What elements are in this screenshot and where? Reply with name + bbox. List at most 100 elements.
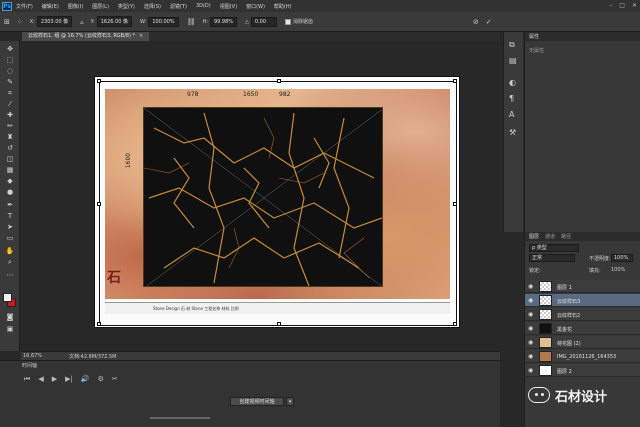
opacity-input[interactable]: 100%: [611, 254, 633, 262]
menu-filter[interactable]: 滤镜(T): [170, 3, 187, 10]
eyedropper-tool-icon[interactable]: ⁄: [4, 100, 16, 109]
transform-handle-r[interactable]: [453, 202, 457, 206]
layer-row[interactable]: ◉ 云纹样石2: [525, 308, 640, 321]
angle-input[interactable]: 0.00: [250, 16, 277, 27]
w-input[interactable]: 100.00%: [148, 16, 179, 27]
cancel-transform-icon[interactable]: ⊘: [473, 18, 479, 26]
minimize-button[interactable]: –: [609, 2, 612, 9]
transform-bounding-box[interactable]: [97, 79, 457, 326]
visibility-eye-icon[interactable]: ◉: [528, 311, 533, 318]
close-tab-icon[interactable]: ×: [139, 33, 143, 39]
blend-mode-select[interactable]: 正常: [529, 254, 575, 262]
transform-handle-l[interactable]: [97, 202, 101, 206]
dodge-tool-icon[interactable]: ●: [4, 188, 16, 197]
document-canvas[interactable]: 978 1650 982 1600 石 Stone Design 石 材 Sto…: [94, 76, 460, 328]
layer-filter-select[interactable]: ρ 类型: [529, 244, 579, 252]
zoom-level[interactable]: 16.67%: [23, 353, 42, 359]
paragraph-panel-icon[interactable]: ¶: [509, 94, 514, 103]
menu-type[interactable]: 类型(Y): [118, 3, 135, 10]
tool-presets-icon[interactable]: ⚒: [509, 128, 516, 137]
properties-panel-icon[interactable]: ▤: [509, 56, 517, 65]
lasso-tool-icon[interactable]: ◌: [4, 67, 16, 76]
path-select-tool-icon[interactable]: ➤: [4, 223, 16, 232]
timeline-dropdown-button[interactable]: ▾: [286, 397, 294, 406]
character-panel-icon[interactable]: A: [509, 110, 514, 119]
history-brush-icon[interactable]: ↺: [4, 144, 16, 153]
menu-layer[interactable]: 图层(L): [92, 3, 109, 10]
tab-layers[interactable]: 图层: [529, 233, 539, 240]
blur-tool-icon[interactable]: ◆: [4, 177, 16, 186]
marquee-tool-icon[interactable]: ⬚: [4, 56, 16, 65]
transform-tool-icon[interactable]: ⊞: [4, 18, 10, 26]
menu-view[interactable]: 视图(V): [220, 3, 237, 10]
reference-point-icon[interactable]: ⁘: [17, 18, 23, 26]
healing-tool-icon[interactable]: ✚: [4, 111, 16, 120]
tab-paths[interactable]: 路径: [561, 233, 571, 240]
layer-row[interactable]: ◉ 荷花图 (2): [525, 336, 640, 349]
transform-handle-br[interactable]: [453, 322, 457, 326]
document-tab[interactable]: 云纹样石1, 组 @ 16.7% (云纹样石3, RGB/8) * ×: [22, 32, 150, 41]
fill-input[interactable]: 100%: [611, 267, 625, 273]
layer-row[interactable]: ◉ IMG_20161126_164353: [525, 350, 640, 363]
zoom-tool-icon[interactable]: ⌕: [4, 258, 16, 267]
move-tool-icon[interactable]: ✥: [4, 45, 16, 54]
link-icon[interactable]: ⛓: [187, 18, 196, 26]
history-panel-icon[interactable]: ⧉: [509, 40, 515, 50]
type-tool-icon[interactable]: T: [4, 212, 16, 221]
visibility-eye-icon[interactable]: ◉: [528, 353, 533, 360]
menu-help[interactable]: 帮助(H): [274, 3, 292, 10]
x-input[interactable]: 2303.00 像: [36, 16, 73, 27]
play-icon[interactable]: ▶: [52, 375, 57, 384]
hand-tool-icon[interactable]: ✋: [4, 247, 16, 256]
transform-handle-tl[interactable]: [97, 79, 101, 83]
gradient-tool-icon[interactable]: ▦: [4, 166, 16, 175]
visibility-eye-icon[interactable]: ◉: [528, 283, 533, 290]
eraser-tool-icon[interactable]: ◫: [4, 155, 16, 164]
properties-tab[interactable]: 属性: [529, 33, 539, 40]
antialias-checkbox[interactable]: [284, 18, 291, 25]
canvas-area[interactable]: 978 1650 982 1600 石 Stone Design 石 材 Sto…: [21, 41, 500, 351]
close-window-button[interactable]: ✕: [632, 2, 637, 9]
transform-handle-bl[interactable]: [97, 322, 101, 326]
visibility-eye-icon[interactable]: ◉: [528, 297, 533, 304]
foreground-color-swatch[interactable]: [3, 293, 12, 302]
previous-frame-icon[interactable]: ◀: [38, 375, 43, 384]
quick-select-tool-icon[interactable]: ✎: [4, 78, 16, 87]
audio-icon[interactable]: 🔊: [81, 375, 90, 384]
layer-row[interactable]: ◉ 图层 1: [525, 280, 640, 293]
menu-image[interactable]: 图像(I): [68, 3, 83, 10]
stamp-tool-icon[interactable]: ♜: [4, 133, 16, 142]
go-to-first-frame-icon[interactable]: ⏮: [24, 375, 30, 384]
adjustments-panel-icon[interactable]: ◐: [509, 78, 516, 87]
visibility-eye-icon[interactable]: ◉: [528, 367, 533, 374]
menu-3d[interactable]: 3D(D): [196, 3, 211, 9]
more-tools-icon[interactable]: ⋯: [4, 271, 16, 280]
settings-gear-icon[interactable]: ⚙: [98, 375, 104, 384]
brush-tool-icon[interactable]: ✏: [4, 122, 16, 131]
pen-tool-icon[interactable]: ✒: [4, 201, 16, 210]
layer-row[interactable]: ◉ 黑金花: [525, 322, 640, 335]
shape-tool-icon[interactable]: ▭: [4, 234, 16, 243]
timeline-zoom-slider[interactable]: [150, 417, 210, 419]
h-input[interactable]: 99.98%: [209, 16, 238, 27]
commit-transform-icon[interactable]: ✓: [486, 18, 492, 26]
layer-row[interactable]: ◉ 云纹样石3: [525, 294, 640, 307]
y-input[interactable]: 1626.00 像: [96, 16, 133, 27]
visibility-eye-icon[interactable]: ◉: [528, 325, 533, 332]
transform-handle-tr[interactable]: [453, 79, 457, 83]
menu-edit[interactable]: 编辑(E): [42, 3, 59, 10]
transform-handle-b[interactable]: [277, 322, 281, 326]
visibility-eye-icon[interactable]: ◉: [528, 339, 533, 346]
tab-channels[interactable]: 通道: [545, 233, 555, 240]
menu-file[interactable]: 文件(F): [16, 3, 33, 10]
transform-handle-t[interactable]: [277, 79, 281, 83]
quick-mask-icon[interactable]: ◙: [4, 313, 16, 322]
triangle-icon[interactable]: ▵: [80, 18, 84, 26]
menu-select[interactable]: 选择(S): [144, 3, 161, 10]
next-frame-icon[interactable]: ▶|: [65, 375, 73, 384]
maximize-button[interactable]: □: [619, 2, 625, 9]
split-scissors-icon[interactable]: ✂: [112, 375, 118, 384]
screen-mode-icon[interactable]: ▣: [4, 325, 16, 334]
layer-row[interactable]: ◉ 图层 2: [525, 364, 640, 377]
create-video-timeline-button[interactable]: 创建视频时间轴: [230, 397, 284, 406]
